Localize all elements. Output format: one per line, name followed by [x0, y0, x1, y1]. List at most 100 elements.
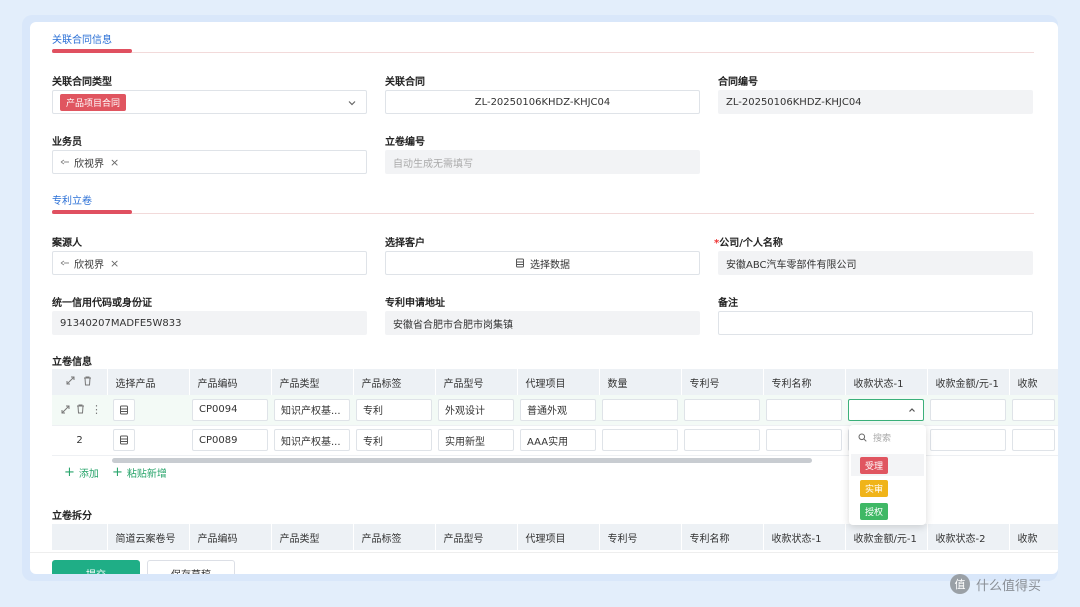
- product-model-cell[interactable]: 实用新型: [438, 429, 514, 451]
- select-product-button[interactable]: [113, 429, 135, 451]
- company-field: 安徽ABC汽车零部件有限公司: [718, 251, 1033, 275]
- col-header: 专利名称: [681, 524, 764, 550]
- col-header: 产品编码: [189, 369, 272, 395]
- product-tag-cell[interactable]: 专利: [356, 429, 432, 451]
- split-title: 立卷拆分: [52, 511, 92, 522]
- source-label: 案源人: [52, 238, 82, 249]
- more-icon[interactable]: ⋮: [91, 403, 102, 416]
- contract-no-label: 合同编号: [718, 77, 758, 88]
- col-header: 产品类型: [271, 369, 354, 395]
- remove-source-icon[interactable]: ×: [110, 257, 119, 270]
- database-icon: [516, 258, 524, 268]
- product-type-cell[interactable]: 知识产权基...: [274, 429, 350, 451]
- select-product-button[interactable]: [113, 398, 135, 421]
- payment-status-dropdown: 搜索 受理 实审 授权: [849, 425, 926, 525]
- user-link-icon: [60, 260, 69, 266]
- agency-project-cell[interactable]: 普通外观: [520, 398, 596, 421]
- col-header: 产品型号: [435, 524, 518, 550]
- table-row: ⋮ CP0094 知识产权基... 专利 外观设计 普通外观: [52, 395, 1058, 426]
- patent-no-input[interactable]: [684, 429, 760, 451]
- contract-field[interactable]: ZL-20250106KHDZ-KHJC04: [385, 90, 700, 114]
- plus-icon: +: [64, 465, 75, 480]
- horizontal-scrollbar[interactable]: [112, 458, 812, 463]
- salesman-label: 业务员: [52, 137, 82, 148]
- add-row-label: 添加: [78, 469, 99, 480]
- section-accent-bar: [52, 49, 132, 53]
- plus-icon: +: [112, 465, 123, 480]
- expand-icon[interactable]: [66, 376, 75, 385]
- payment-extra-input[interactable]: [1012, 398, 1055, 421]
- option-examination[interactable]: 实审: [860, 480, 889, 497]
- col-header: 代理项目: [517, 369, 600, 395]
- product-model-cell[interactable]: 外观设计: [438, 398, 514, 421]
- remove-salesman-icon[interactable]: ×: [110, 156, 119, 169]
- submit-button[interactable]: 提交: [52, 560, 140, 574]
- col-header: 收款金额/元-1: [927, 369, 1010, 395]
- save-draft-button[interactable]: 保存草稿: [147, 560, 235, 574]
- address-field: 安徽省合肥市合肥市岗集镇: [385, 311, 700, 335]
- product-code-cell[interactable]: CP0089: [192, 429, 268, 451]
- payment-extra-input[interactable]: [1012, 429, 1055, 451]
- database-icon: [120, 435, 128, 445]
- credit-field: 91340207MADFE5W833: [52, 311, 367, 335]
- col-header: 数量: [599, 369, 682, 395]
- row-controls-header: [52, 369, 108, 395]
- address-label: 专利申请地址: [385, 298, 445, 309]
- col-header: 产品标签: [353, 369, 436, 395]
- row-controls: ⋮: [52, 395, 107, 426]
- remark-input[interactable]: [718, 311, 1033, 335]
- select-customer-label: 选择数据: [530, 259, 570, 271]
- col-header: 收款: [1009, 369, 1058, 395]
- watermark: 值 什么值得买: [950, 574, 1041, 594]
- company-label: *公司/个人名称: [714, 234, 783, 249]
- add-row-button[interactable]: + 添加: [64, 465, 99, 480]
- footer-divider: [30, 552, 1058, 553]
- product-type-cell[interactable]: 知识产权基...: [274, 398, 350, 421]
- patent-name-input[interactable]: [766, 398, 842, 421]
- select-customer-button[interactable]: 选择数据: [385, 251, 700, 275]
- patent-name-input[interactable]: [766, 429, 842, 451]
- col-header: 收款: [1009, 524, 1058, 550]
- contract-type-select[interactable]: 产品项目合同: [52, 90, 367, 114]
- col-header: 收款状态-1: [763, 524, 846, 550]
- section-title-patent: 专利立卷: [52, 196, 92, 207]
- contract-type-label: 关联合同类型: [52, 77, 112, 88]
- contract-no-field: ZL-20250106KHDZ-KHJC04: [718, 90, 1033, 114]
- col-header: 代理项目: [517, 524, 600, 550]
- database-icon: [120, 405, 128, 415]
- section-divider: [52, 52, 1034, 53]
- dropdown-search[interactable]: 搜索: [858, 431, 891, 444]
- expand-icon[interactable]: [61, 405, 70, 414]
- product-code-cell[interactable]: CP0094: [192, 398, 268, 421]
- payment-amount-input[interactable]: [930, 398, 1006, 421]
- col-header: 收款状态-1: [845, 369, 928, 395]
- option-accepted[interactable]: 受理: [860, 457, 889, 474]
- col-header: 产品型号: [435, 369, 518, 395]
- company-label-text: 公司/个人名称: [719, 238, 783, 249]
- payment-amount-input[interactable]: [930, 429, 1006, 451]
- payment-status-select[interactable]: [848, 398, 924, 421]
- col-header: 专利号: [599, 524, 682, 550]
- salesman-field[interactable]: 欣视界 ×: [52, 150, 367, 174]
- filing-no-placeholder: 自动生成无需填写: [393, 158, 473, 170]
- product-tag-cell[interactable]: 专利: [356, 398, 432, 421]
- contract-label: 关联合同: [385, 77, 425, 88]
- col-header: 专利号: [681, 369, 764, 395]
- agency-project-cell[interactable]: AAA实用: [520, 429, 596, 451]
- trash-icon[interactable]: [76, 404, 85, 414]
- trash-icon[interactable]: [83, 376, 92, 386]
- option-granted[interactable]: 授权: [860, 503, 889, 520]
- chevron-down-icon: [348, 101, 356, 106]
- source-field[interactable]: 欣视界 ×: [52, 251, 367, 275]
- user-link-icon: [60, 159, 69, 165]
- section-divider: [52, 213, 1034, 214]
- patent-no-input[interactable]: [684, 398, 760, 421]
- quantity-input[interactable]: [602, 429, 678, 451]
- split-table: 简道云案卷号 产品编码 产品类型 产品标签 产品型号 代理项目 专利号 专利名称…: [52, 524, 1058, 550]
- source-name: 欣视界: [74, 259, 104, 271]
- watermark-text: 什么值得买: [976, 578, 1042, 594]
- section-title-contract: 关联合同信息: [52, 35, 112, 46]
- paste-add-button[interactable]: + 粘贴新增: [112, 465, 167, 480]
- salesman-name: 欣视界: [74, 158, 104, 170]
- quantity-input[interactable]: [602, 398, 678, 421]
